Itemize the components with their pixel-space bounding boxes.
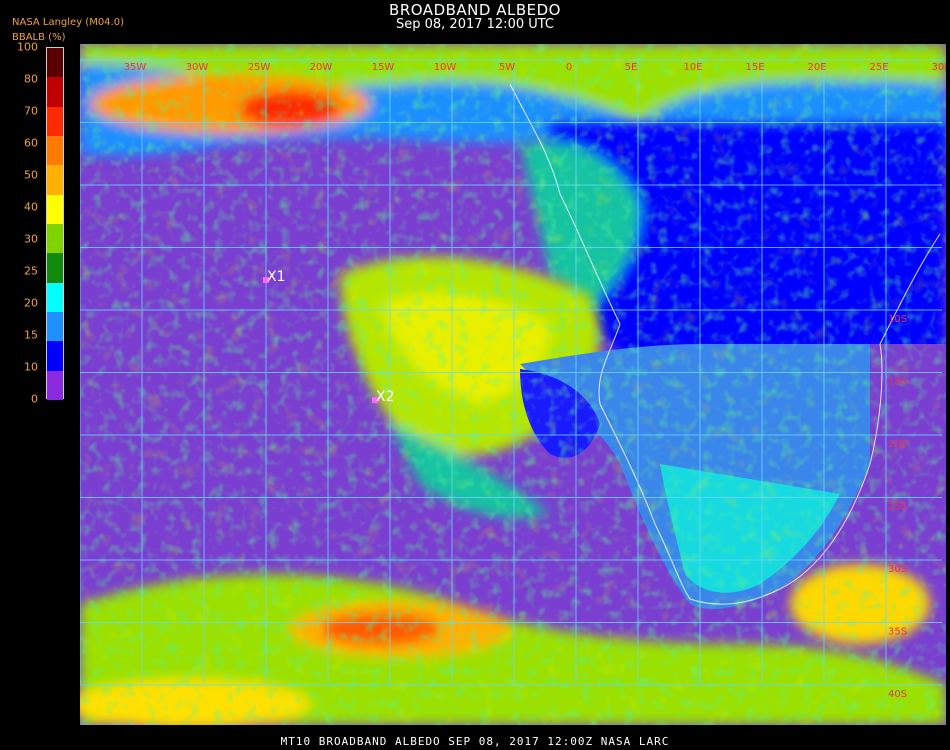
latitude-label: 15S xyxy=(888,377,907,388)
color-scale-segment xyxy=(47,48,63,78)
color-scale-segment xyxy=(47,136,63,166)
credit-label: NASA Langley (M04.0) xyxy=(12,17,124,28)
longitude-label: 25E xyxy=(869,62,888,73)
latitude-label: 10S xyxy=(888,314,907,325)
color-scale-tick-label: 0 xyxy=(31,392,38,406)
color-scale-segment xyxy=(47,370,63,400)
longitude-label: 15E xyxy=(745,62,764,73)
color-scale-tick-label: 80 xyxy=(24,72,38,86)
color-scale-segment xyxy=(47,282,63,312)
color-scale-tick-label: 25 xyxy=(24,264,38,278)
color-scale-segment xyxy=(47,341,63,371)
longitude-label: 30E xyxy=(931,62,946,73)
longitude-label: 5E xyxy=(625,62,638,73)
color-scale-tick-label: 50 xyxy=(24,168,38,182)
albedo-map[interactable]: 35W 30W 25W 20W 15W 10W 5W 0 5E 10E 15E 20E 25E 30E 35… xyxy=(70,44,950,729)
color-scale-tick-label: 100 xyxy=(17,40,38,54)
color-scale-tick-label: 10 xyxy=(24,360,38,374)
marker-label: X1 xyxy=(267,269,286,285)
color-scale-segment xyxy=(47,224,63,254)
longitude-label: 20E xyxy=(807,62,826,73)
latitude-label: 40S xyxy=(888,689,907,700)
longitude-label: 10E xyxy=(683,62,702,73)
color-scale-segment xyxy=(47,253,63,283)
longitude-label: 25W xyxy=(248,62,271,73)
longitude-label: 30W xyxy=(186,62,209,73)
color-scale-tick-label: 20 xyxy=(24,296,38,310)
color-scale-segment xyxy=(47,165,63,195)
color-scale-tick-label: 15 xyxy=(24,328,38,342)
longitude-label: 5W xyxy=(499,62,515,73)
latitude-label: 35S xyxy=(888,627,907,638)
longitude-label: 20W xyxy=(310,62,333,73)
marker-label: X2 xyxy=(376,389,395,405)
color-scale-segment xyxy=(47,77,63,107)
color-scale-segment xyxy=(47,106,63,136)
longitude-label: 15W xyxy=(372,62,395,73)
longitude-label: 0 xyxy=(566,62,572,73)
map-datetime: Sep 08, 2017 12:00 UTC xyxy=(395,17,555,32)
longitude-label: 35W xyxy=(124,62,147,73)
latitude-label: 25S xyxy=(888,502,907,513)
color-scale-bar xyxy=(46,47,64,400)
longitude-label: 10W xyxy=(434,62,457,73)
latitude-label: 30S xyxy=(888,564,907,575)
latitude-label: 20S xyxy=(888,439,907,450)
albedo-map-canvas: 35W 30W 25W 20W 15W 10W 5W 0 5E 10E 15E 20E 25E 30E 35… xyxy=(70,44,950,729)
color-scale-tick-label: 40 xyxy=(24,200,38,214)
color-scale-segment xyxy=(47,312,63,342)
color-scale-segment xyxy=(47,194,63,224)
footer-caption: MT10 BROADBAND ALBEDO SEP 08, 2017 12:00… xyxy=(280,735,670,748)
color-scale-tick-label: 30 xyxy=(24,232,38,246)
color-scale-tick-label: 70 xyxy=(24,104,38,118)
color-scale-tick-label: 60 xyxy=(24,136,38,150)
